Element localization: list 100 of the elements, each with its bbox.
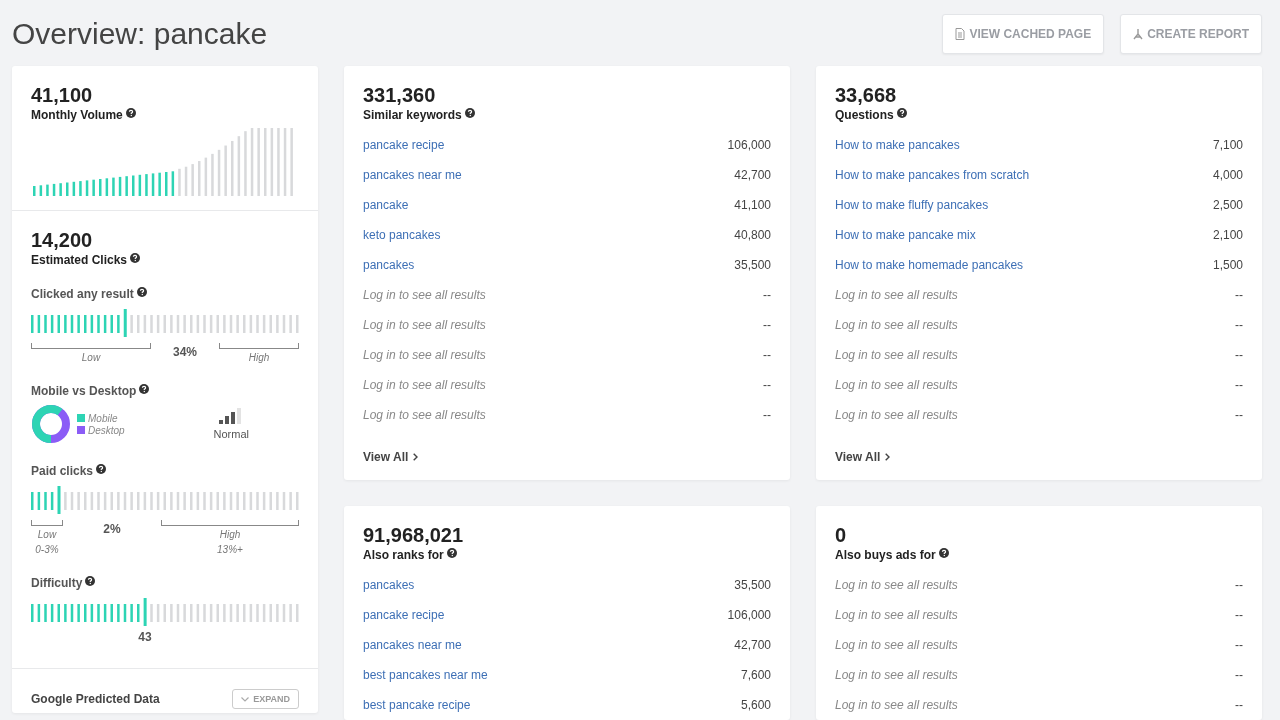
- donut-drawing: [31, 404, 71, 444]
- metric-label: Paid clicks: [31, 464, 94, 478]
- login-prompt: Log in to see all results: [835, 348, 958, 362]
- search-count: 106,000: [727, 138, 771, 152]
- search-count: 2,100: [1212, 228, 1243, 242]
- legend-label: Mobile: [88, 412, 118, 424]
- signal-icon: [219, 408, 244, 424]
- expand-button[interactable]: EXPAND: [232, 689, 299, 709]
- metric-label: Also ranks for: [363, 548, 444, 562]
- view-all-link[interactable]: View All: [835, 450, 891, 464]
- keyword-link[interactable]: How to make pancake mix: [835, 228, 976, 242]
- keyword-link[interactable]: How to make fluffy pancakes: [835, 198, 989, 212]
- search-count: --: [1235, 608, 1243, 622]
- legend-label: Desktop: [88, 424, 125, 436]
- keyword-link[interactable]: pancake recipe: [363, 138, 445, 152]
- chevron-right-icon: [885, 453, 891, 461]
- search-count: 35,500: [734, 258, 771, 272]
- section-title: Google Predicted Data: [31, 692, 160, 706]
- search-count: --: [1235, 288, 1243, 302]
- search-count: 42,700: [734, 638, 771, 652]
- range-label: Low: [80, 351, 102, 364]
- login-prompt: Log in to see all results: [363, 318, 486, 332]
- search-count: 7,600: [740, 668, 771, 682]
- login-prompt: Log in to see all results: [835, 288, 958, 302]
- range-label: High: [247, 351, 271, 364]
- search-count: 7,100: [1212, 138, 1243, 152]
- login-prompt: Log in to see all results: [835, 638, 958, 652]
- help-icon[interactable]: [139, 384, 150, 394]
- search-count: 40,800: [734, 228, 771, 242]
- search-count: --: [1235, 348, 1243, 362]
- range-value: 13%+: [216, 543, 244, 556]
- search-count: --: [763, 288, 771, 302]
- keyword-link[interactable]: pancakes near me: [363, 638, 462, 652]
- search-count: --: [763, 348, 771, 362]
- search-count: 106,000: [727, 608, 771, 622]
- range-label: Low: [36, 528, 58, 541]
- document-icon: [955, 28, 966, 40]
- login-prompt: Log in to see all results: [835, 668, 958, 682]
- view-all-link[interactable]: View All: [363, 450, 419, 464]
- login-prompt: Log in to see all results: [363, 408, 486, 422]
- metric-label: Questions: [835, 108, 894, 122]
- help-icon[interactable]: [896, 108, 907, 118]
- chevron-down-icon: [241, 696, 250, 702]
- search-count: 41,100: [734, 198, 771, 212]
- login-prompt: Log in to see all results: [363, 348, 486, 362]
- metric-value: 14,200: [31, 229, 94, 251]
- keyword-link[interactable]: pancake recipe: [363, 608, 445, 622]
- meter-reading: 43: [138, 630, 152, 644]
- action-button[interactable]: CREATE REPORT: [1120, 14, 1262, 54]
- pdf-icon: [1133, 28, 1144, 40]
- search-count: --: [763, 408, 771, 422]
- range-bracket: [31, 520, 63, 526]
- metric-label: Clicked any result: [31, 287, 134, 301]
- search-count: --: [763, 378, 771, 392]
- keyword-link[interactable]: pancakes: [363, 258, 415, 272]
- help-icon[interactable]: [446, 548, 457, 558]
- keyword-link[interactable]: How to make pancakes: [835, 138, 960, 152]
- meter-reading: 34%: [172, 345, 198, 359]
- page-title: Overview: pancake: [12, 17, 268, 51]
- metric-value: 0: [835, 524, 848, 546]
- metric-value: 91,968,021: [363, 524, 465, 546]
- metric-label: Monthly Volume: [31, 108, 123, 122]
- help-icon[interactable]: [136, 287, 147, 297]
- keyword-link[interactable]: pancakes: [363, 578, 415, 592]
- metric-value: 41,100: [31, 84, 94, 106]
- help-icon[interactable]: [464, 108, 475, 118]
- login-prompt: Log in to see all results: [835, 578, 958, 592]
- keyword-link[interactable]: How to make pancakes from scratch: [835, 168, 1030, 182]
- login-prompt: Log in to see all results: [363, 288, 486, 302]
- help-icon[interactable]: [125, 108, 136, 118]
- search-count: 5,600: [740, 698, 771, 712]
- keyword-link[interactable]: How to make homemade pancakes: [835, 258, 1024, 272]
- traffic-level: Normal: [213, 428, 249, 440]
- keyword-link[interactable]: best pancakes near me: [363, 668, 488, 682]
- keyword-link[interactable]: best pancake recipe: [363, 698, 471, 712]
- range-value: 0-3%: [34, 543, 60, 556]
- help-icon[interactable]: [130, 253, 141, 263]
- login-prompt: Log in to see all results: [835, 608, 958, 622]
- keyword-link[interactable]: pancake: [363, 198, 409, 212]
- meter-reading: 2%: [102, 522, 122, 536]
- metric-label: Also buys ads for: [835, 548, 936, 562]
- keyword-link[interactable]: keto pancakes: [363, 228, 441, 242]
- login-prompt: Log in to see all results: [835, 378, 958, 392]
- search-count: --: [763, 318, 771, 332]
- search-count: 35,500: [734, 578, 771, 592]
- search-count: --: [1235, 408, 1243, 422]
- action-button[interactable]: VIEW CACHED PAGE: [942, 14, 1105, 54]
- help-icon[interactable]: [938, 548, 949, 558]
- metric-label: Estimated Clicks: [31, 253, 128, 267]
- metric-value: 331,360: [363, 84, 437, 106]
- login-prompt: Log in to see all results: [363, 378, 486, 392]
- help-icon[interactable]: [96, 464, 107, 474]
- metric-label: Similar keywords: [363, 108, 462, 122]
- search-count: --: [1235, 578, 1243, 592]
- search-count: 2,500: [1212, 198, 1243, 212]
- login-prompt: Log in to see all results: [835, 408, 958, 422]
- help-icon[interactable]: [85, 576, 96, 586]
- keyword-link[interactable]: pancakes near me: [363, 168, 462, 182]
- search-count: 1,500: [1212, 258, 1243, 272]
- search-count: --: [1235, 318, 1243, 332]
